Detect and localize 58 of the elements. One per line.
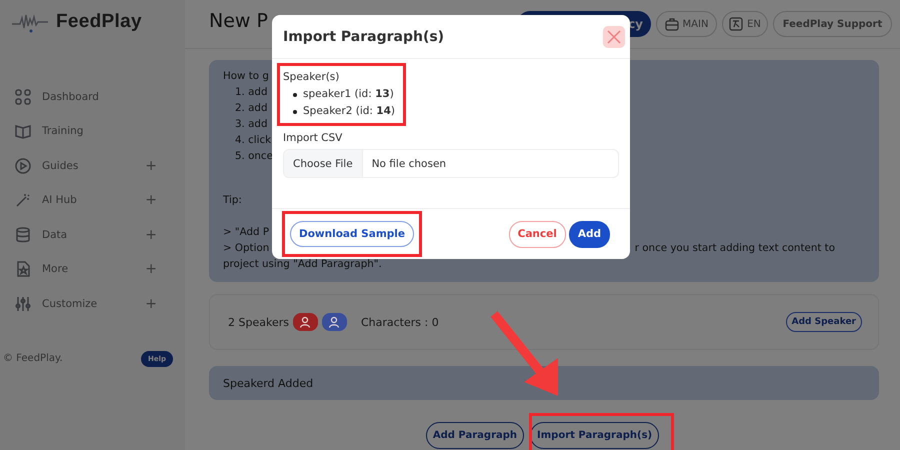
sidebar-item[interactable]: Guides +	[14, 155, 173, 176]
guide-step: 5. once	[223, 148, 273, 164]
expand-toggle[interactable]: +	[145, 192, 157, 208]
import-label: Import CSV	[282, 132, 344, 144]
action-button[interactable]: Import Paragraph(s)	[530, 422, 660, 449]
cancel-button[interactable]: Cancel	[508, 220, 566, 248]
sidebar-item[interactable]: Data +	[14, 224, 173, 246]
dialog-title: Import Paragraph(s)	[283, 28, 444, 44]
header-button[interactable]: EN	[722, 11, 768, 37]
tip-text: > Option	[223, 241, 270, 256]
speaker-avatar[interactable]	[292, 313, 318, 331]
expand-toggle[interactable]: +	[145, 296, 157, 312]
expand-toggle[interactable]: +	[145, 261, 157, 278]
guide-heading: How to g	[223, 69, 269, 84]
nav-icon	[14, 122, 32, 140]
copyright-text: © FeedPlay.	[3, 353, 63, 364]
speaker-count: 2 Speakers	[228, 316, 289, 328]
sidebar-item[interactable]: AI Hub +	[14, 190, 173, 211]
guide-step: 3. add	[223, 116, 268, 132]
notice-text: Speakerd Added	[223, 376, 314, 390]
briefcase-icon	[664, 18, 679, 30]
sidebar-item[interactable]: More +	[14, 258, 173, 280]
speakers-label: Speaker(s)	[283, 70, 340, 85]
add-button[interactable]: Add	[568, 220, 610, 248]
tip-text: r once you start adding text content to	[634, 241, 835, 256]
header-button[interactable]: MAIN	[656, 11, 717, 37]
logo-text: FeedPlay	[56, 11, 142, 33]
guide-step: 1. add	[223, 84, 268, 100]
nav-icon	[14, 88, 32, 106]
nav-icon	[14, 294, 32, 313]
nav-icon	[14, 191, 32, 210]
sidebar-item[interactable]: Customize +	[14, 293, 173, 314]
sidebar-item[interactable]: Training	[14, 120, 173, 142]
tip-text: project using "Add Paragraph".	[223, 257, 382, 272]
expand-toggle[interactable]: +	[145, 158, 157, 174]
character-count: Characters : 0	[360, 316, 440, 328]
speaker-avatar[interactable]	[322, 313, 347, 331]
tip-text: > "Add P	[223, 225, 270, 240]
expand-toggle[interactable]: +	[145, 226, 157, 243]
sidebar-item[interactable]: Dashboard	[14, 86, 173, 108]
close-button[interactable]	[603, 26, 625, 48]
nav-icon	[14, 226, 32, 244]
add-speaker-button[interactable]: Add Speaker	[786, 312, 862, 332]
speaker-entry: Speaker2 (id: 14)	[303, 104, 395, 119]
close-icon	[607, 30, 621, 44]
bullet-icon	[293, 110, 297, 114]
page-title: New P	[209, 10, 268, 32]
translate-icon	[729, 17, 744, 31]
file-input[interactable]: Choose File No file chosen	[283, 149, 619, 178]
bullet-icon	[293, 92, 297, 96]
tip-label: Tip:	[223, 193, 242, 208]
speaker-entry: speaker1 (id: 13)	[303, 87, 394, 102]
action-button[interactable]: Add Paragraph	[426, 422, 524, 449]
header-button[interactable]: FeedPlay Support	[773, 11, 892, 37]
guide-step: 2. add	[223, 100, 268, 116]
download-sample-button[interactable]: Download Sample	[290, 221, 414, 247]
guide-step: 4. click	[223, 132, 272, 148]
nav-icon	[14, 156, 32, 175]
